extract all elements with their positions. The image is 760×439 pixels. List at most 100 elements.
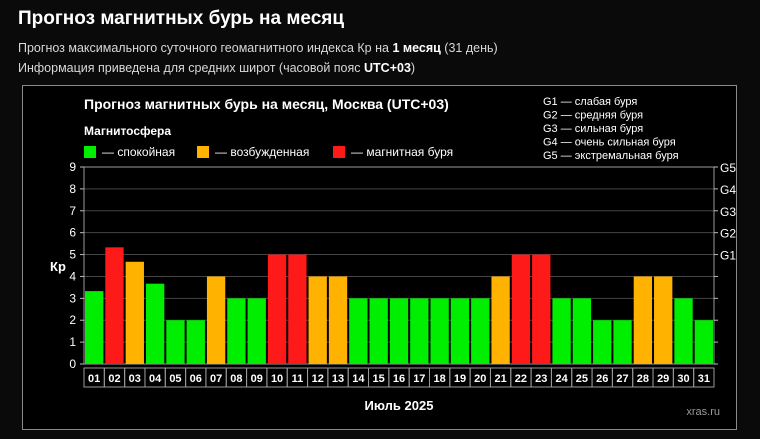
x-tick-label: 31 [698,373,710,385]
bar-day-09 [247,298,266,364]
x-tick-label: 10 [271,373,283,385]
bar-day-26 [593,320,612,364]
x-tick-label: 29 [657,373,669,385]
forecast-description: Прогноз максимального суточного геомагни… [18,41,498,55]
period-days: (31 день) [440,41,498,55]
x-tick-label: 15 [373,373,385,385]
bar-day-02 [105,247,124,364]
x-tick-label: 07 [210,373,222,385]
bar-day-06 [186,320,205,364]
timezone-highlight: UTC+03 [364,61,411,75]
x-tick-label: 03 [129,373,141,385]
period-highlight: 1 месяц [392,41,441,55]
bar-day-29 [654,276,673,364]
x-tick-label: 14 [352,373,365,385]
bar-day-16 [389,298,409,364]
bar-day-28 [633,276,653,364]
bar-day-18 [430,298,449,364]
timezone-note: Информация приведена для средних широт (… [18,61,415,75]
description-text: Прогноз максимального суточного геомагни… [18,41,393,55]
x-tick-label: 23 [535,373,547,385]
x-tick-label: 22 [515,373,527,385]
x-tick-label: 11 [292,373,304,385]
x-tick-label: 13 [332,373,344,385]
y-tick-label: 5 [69,248,76,262]
y-tick-label: 3 [69,291,76,305]
legend-swatch-calm [84,146,96,158]
g-legend-item: G2 — средняя буря [543,110,643,122]
bar-day-10 [267,254,287,364]
right-axis-label-g1: G1 [720,249,736,263]
x-tick-label: 16 [393,373,405,385]
bar-day-08 [227,298,246,364]
y-tick-label: 4 [69,269,76,283]
bar-day-17 [410,298,429,364]
x-tick-label: 25 [576,373,588,385]
bar-day-15 [369,298,388,364]
y-tick-label: 6 [69,226,76,240]
legend-swatch-excited [197,146,209,158]
y-tick-label: 8 [69,182,76,196]
bar-day-11 [288,254,307,364]
g-legend-item: G1 — слабая буря [543,96,637,108]
x-tick-label: 02 [108,373,120,385]
bar-day-23 [532,254,551,364]
bar-day-13 [328,276,348,364]
y-tick-label: 1 [69,335,76,349]
x-tick-label: 04 [149,373,162,385]
g-legend-item: G4 — очень сильная буря [543,137,676,149]
x-tick-label: 01 [88,373,100,385]
bar-day-04 [145,283,165,364]
y-tick-label: 2 [69,313,76,327]
legend-label-excited: — возбужденная [215,145,309,159]
right-axis-label-g5: G5 [720,161,736,175]
right-axis-label-g2: G2 [720,227,736,241]
x-tick-label: 27 [616,373,628,385]
bar-day-19 [450,298,470,364]
bar-day-14 [349,298,368,364]
bar-day-24 [552,298,571,364]
x-tick-label: 06 [190,373,202,385]
bar-day-20 [471,298,490,364]
kp-forecast-chart: Прогноз магнитных бурь на месяц, Москва … [50,96,736,418]
y-tick-label: 9 [69,160,76,174]
x-tick-label: 17 [413,373,425,385]
bar-day-05 [166,320,185,364]
right-axis-label-g4: G4 [720,183,736,197]
legend-swatch-storm [333,146,345,158]
x-axis-label: Июль 2025 [365,398,434,413]
page-title: Прогноз магнитных бурь на месяц [18,8,345,29]
x-tick-label: 24 [555,373,568,385]
bar-day-27 [613,320,632,364]
g-legend-item: G5 — экстремальная буря [543,150,679,162]
y-axis-label: Кр [50,259,66,274]
x-tick-label: 08 [230,373,242,385]
x-tick-label: 28 [637,373,649,385]
y-tick-label: 0 [69,357,76,371]
y-tick-label: 7 [69,204,76,218]
x-tick-label: 12 [312,373,324,385]
x-tick-label: 18 [434,373,446,385]
legend-title: Магнитосфера [84,124,171,138]
bar-day-01 [85,291,104,364]
g-legend-item: G3 — сильная буря [543,123,643,135]
chart-title: Прогноз магнитных бурь на месяц, Москва … [84,96,449,112]
timezone-suffix: ) [410,61,416,75]
x-tick-label: 26 [596,373,608,385]
x-tick-label: 05 [169,373,181,385]
bar-day-22 [511,254,531,364]
bar-day-12 [308,276,327,364]
x-tick-label: 09 [251,373,263,385]
legend-label-calm: — спокойная [102,145,175,159]
x-tick-label: 21 [494,373,506,385]
x-tick-label: 20 [474,373,486,385]
right-axis-label-g3: G3 [720,205,736,219]
bar-day-07 [206,276,226,364]
bar-day-31 [694,320,713,364]
x-tick-label: 30 [677,373,689,385]
bar-day-03 [125,261,144,364]
watermark: xras.ru [686,406,720,418]
bar-day-30 [674,298,693,364]
x-tick-label: 19 [454,373,466,385]
timezone-text: Информация приведена для средних широт (… [18,61,364,75]
